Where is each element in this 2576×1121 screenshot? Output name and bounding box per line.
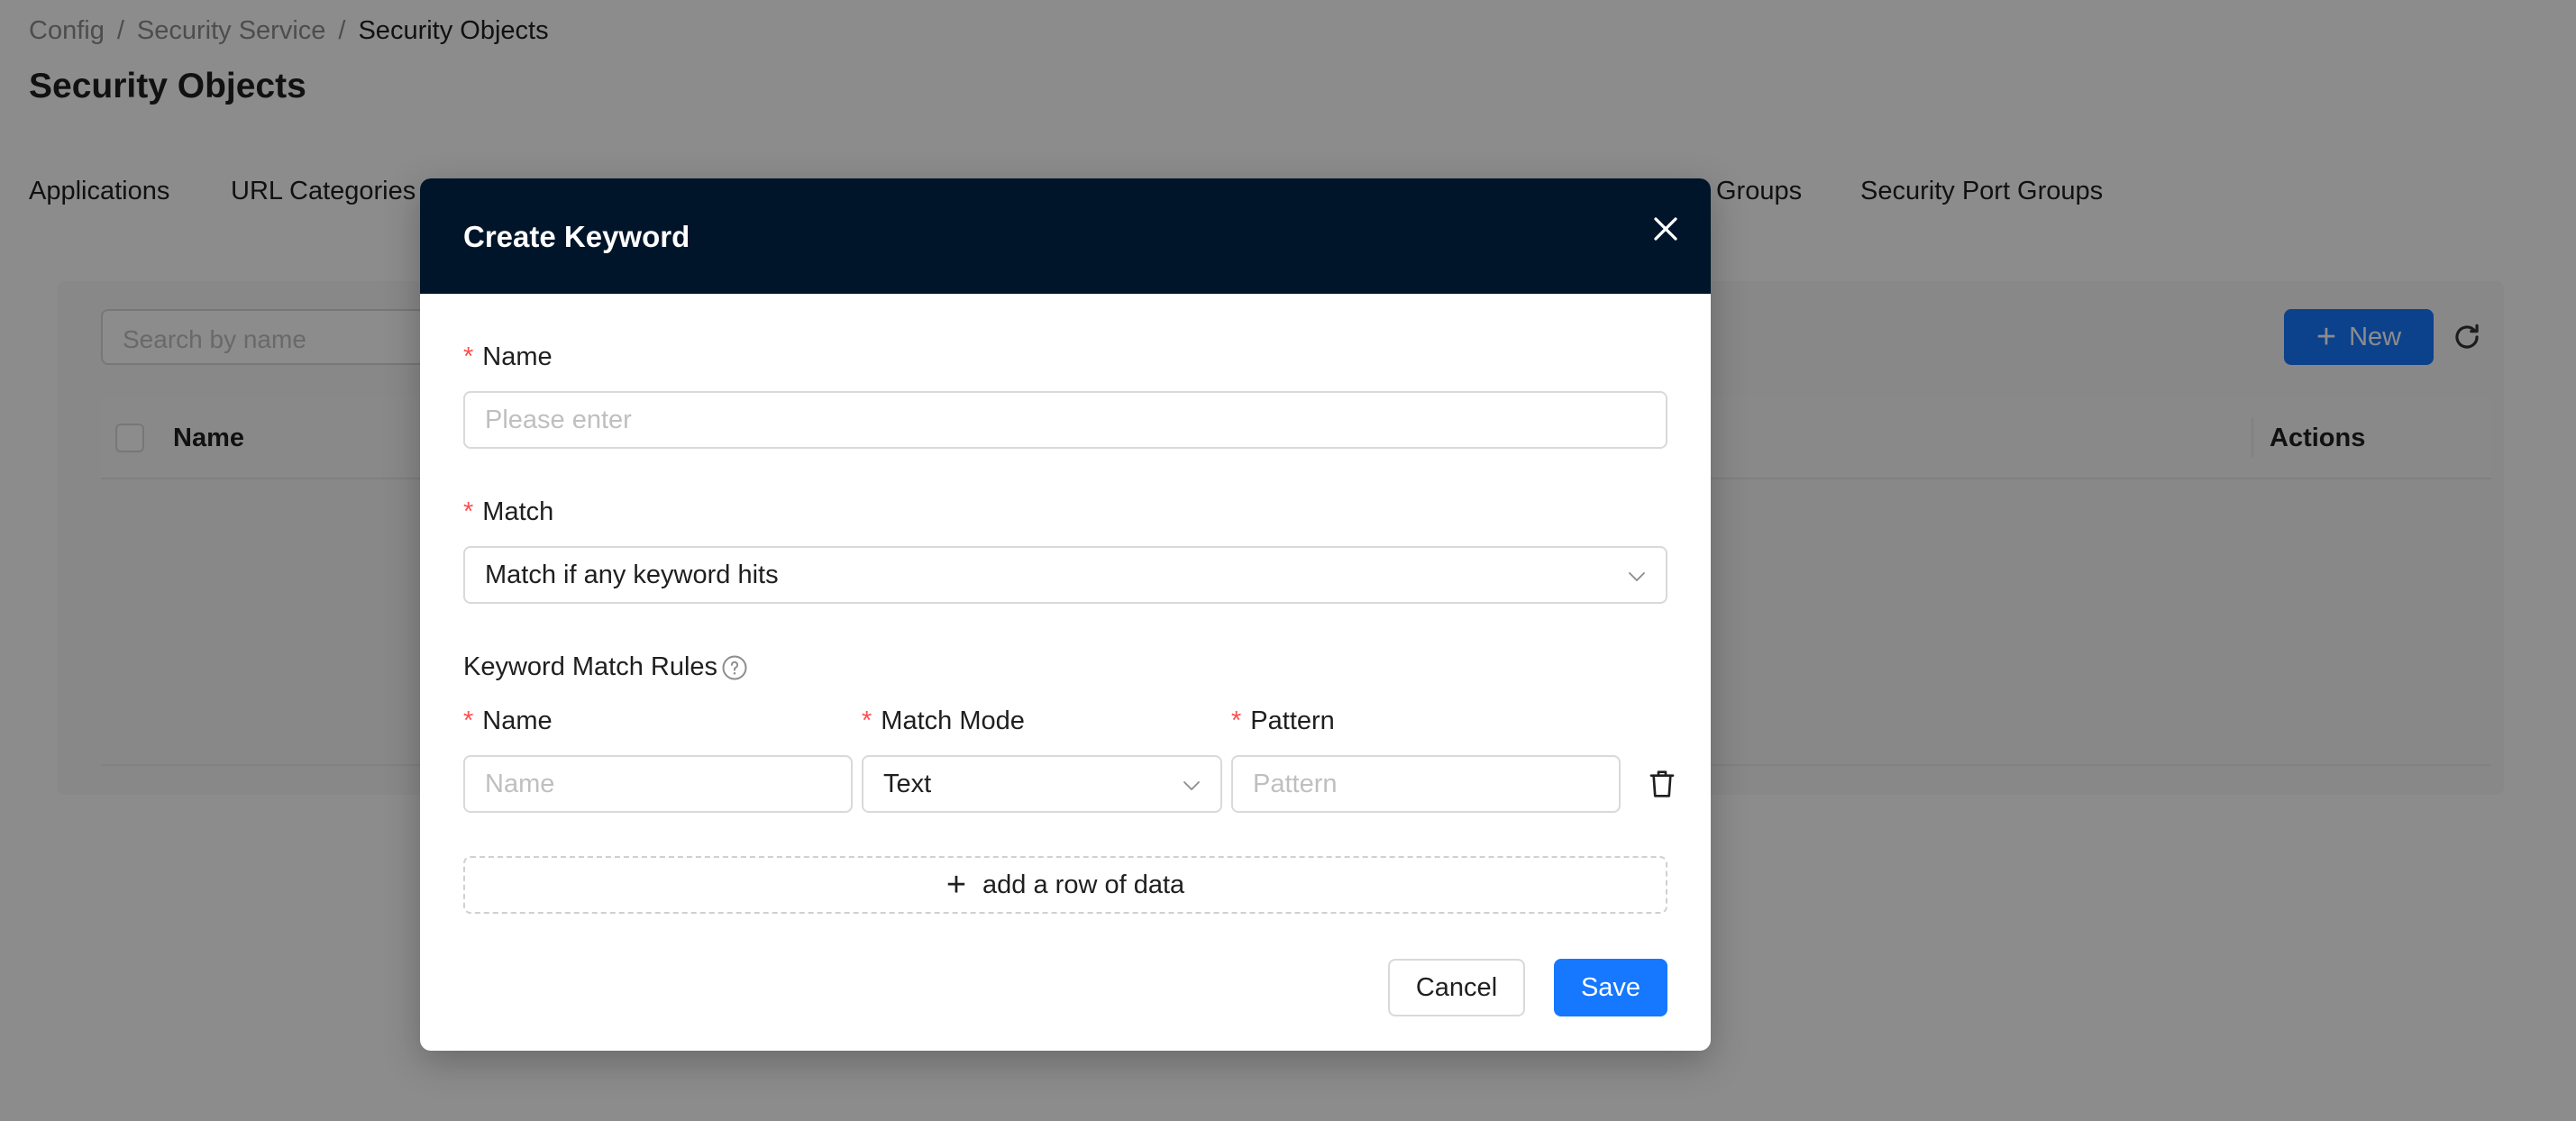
rule-match-mode-value: Text xyxy=(883,769,932,798)
cancel-button[interactable]: Cancel xyxy=(1388,959,1525,1016)
chevron-down-icon xyxy=(1183,781,1200,790)
rule-pattern-input[interactable]: Pattern xyxy=(1231,755,1621,813)
match-select-value: Match if any keyword hits xyxy=(485,560,779,589)
required-mark: * xyxy=(862,706,872,735)
match-select[interactable]: Match if any keyword hits xyxy=(463,546,1667,604)
rule-pattern-header-text: Pattern xyxy=(1250,706,1335,735)
rule-name-input[interactable]: Name xyxy=(463,755,853,813)
required-mark: * xyxy=(463,497,474,526)
name-label-text: Name xyxy=(482,342,553,371)
rule-match-mode-header: * Match Mode xyxy=(862,706,1025,736)
create-keyword-modal: Create Keyword * Name Please enter * Match… xyxy=(420,178,1711,1051)
name-input-placeholder: Please enter xyxy=(485,405,632,434)
name-label: * Name xyxy=(463,342,553,372)
save-button[interactable]: Save xyxy=(1554,959,1667,1016)
rule-name-header-text: Name xyxy=(482,706,553,735)
rule-name-placeholder: Name xyxy=(485,769,555,798)
add-row-label: add a row of data xyxy=(982,870,1185,899)
required-mark: * xyxy=(463,342,474,371)
rule-pattern-header: * Pattern xyxy=(1231,706,1335,736)
close-icon[interactable] xyxy=(1646,209,1685,249)
chevron-down-icon xyxy=(1629,572,1645,581)
save-button-label: Save xyxy=(1580,972,1641,1002)
cancel-button-label: Cancel xyxy=(1415,972,1498,1002)
rule-match-mode-select[interactable]: Text xyxy=(862,755,1222,813)
rule-name-header: * Name xyxy=(463,706,553,736)
rule-match-mode-header-text: Match Mode xyxy=(881,706,1025,735)
rule-pattern-placeholder: Pattern xyxy=(1253,769,1338,798)
match-label: * Match xyxy=(463,497,553,527)
name-input[interactable]: Please enter xyxy=(463,391,1667,449)
required-mark: * xyxy=(463,706,474,735)
required-mark: * xyxy=(1231,706,1242,735)
keyword-match-rules-title: Keyword Match Rules xyxy=(463,652,718,681)
question-circle-icon[interactable] xyxy=(721,654,748,681)
add-row-button[interactable]: + add a row of data xyxy=(463,856,1667,914)
delete-row-icon[interactable] xyxy=(1648,768,1676,800)
modal-title: Create Keyword xyxy=(463,220,690,253)
plus-icon: + xyxy=(945,866,967,904)
match-label-text: Match xyxy=(482,497,554,526)
modal-header: Create Keyword xyxy=(420,178,1711,294)
